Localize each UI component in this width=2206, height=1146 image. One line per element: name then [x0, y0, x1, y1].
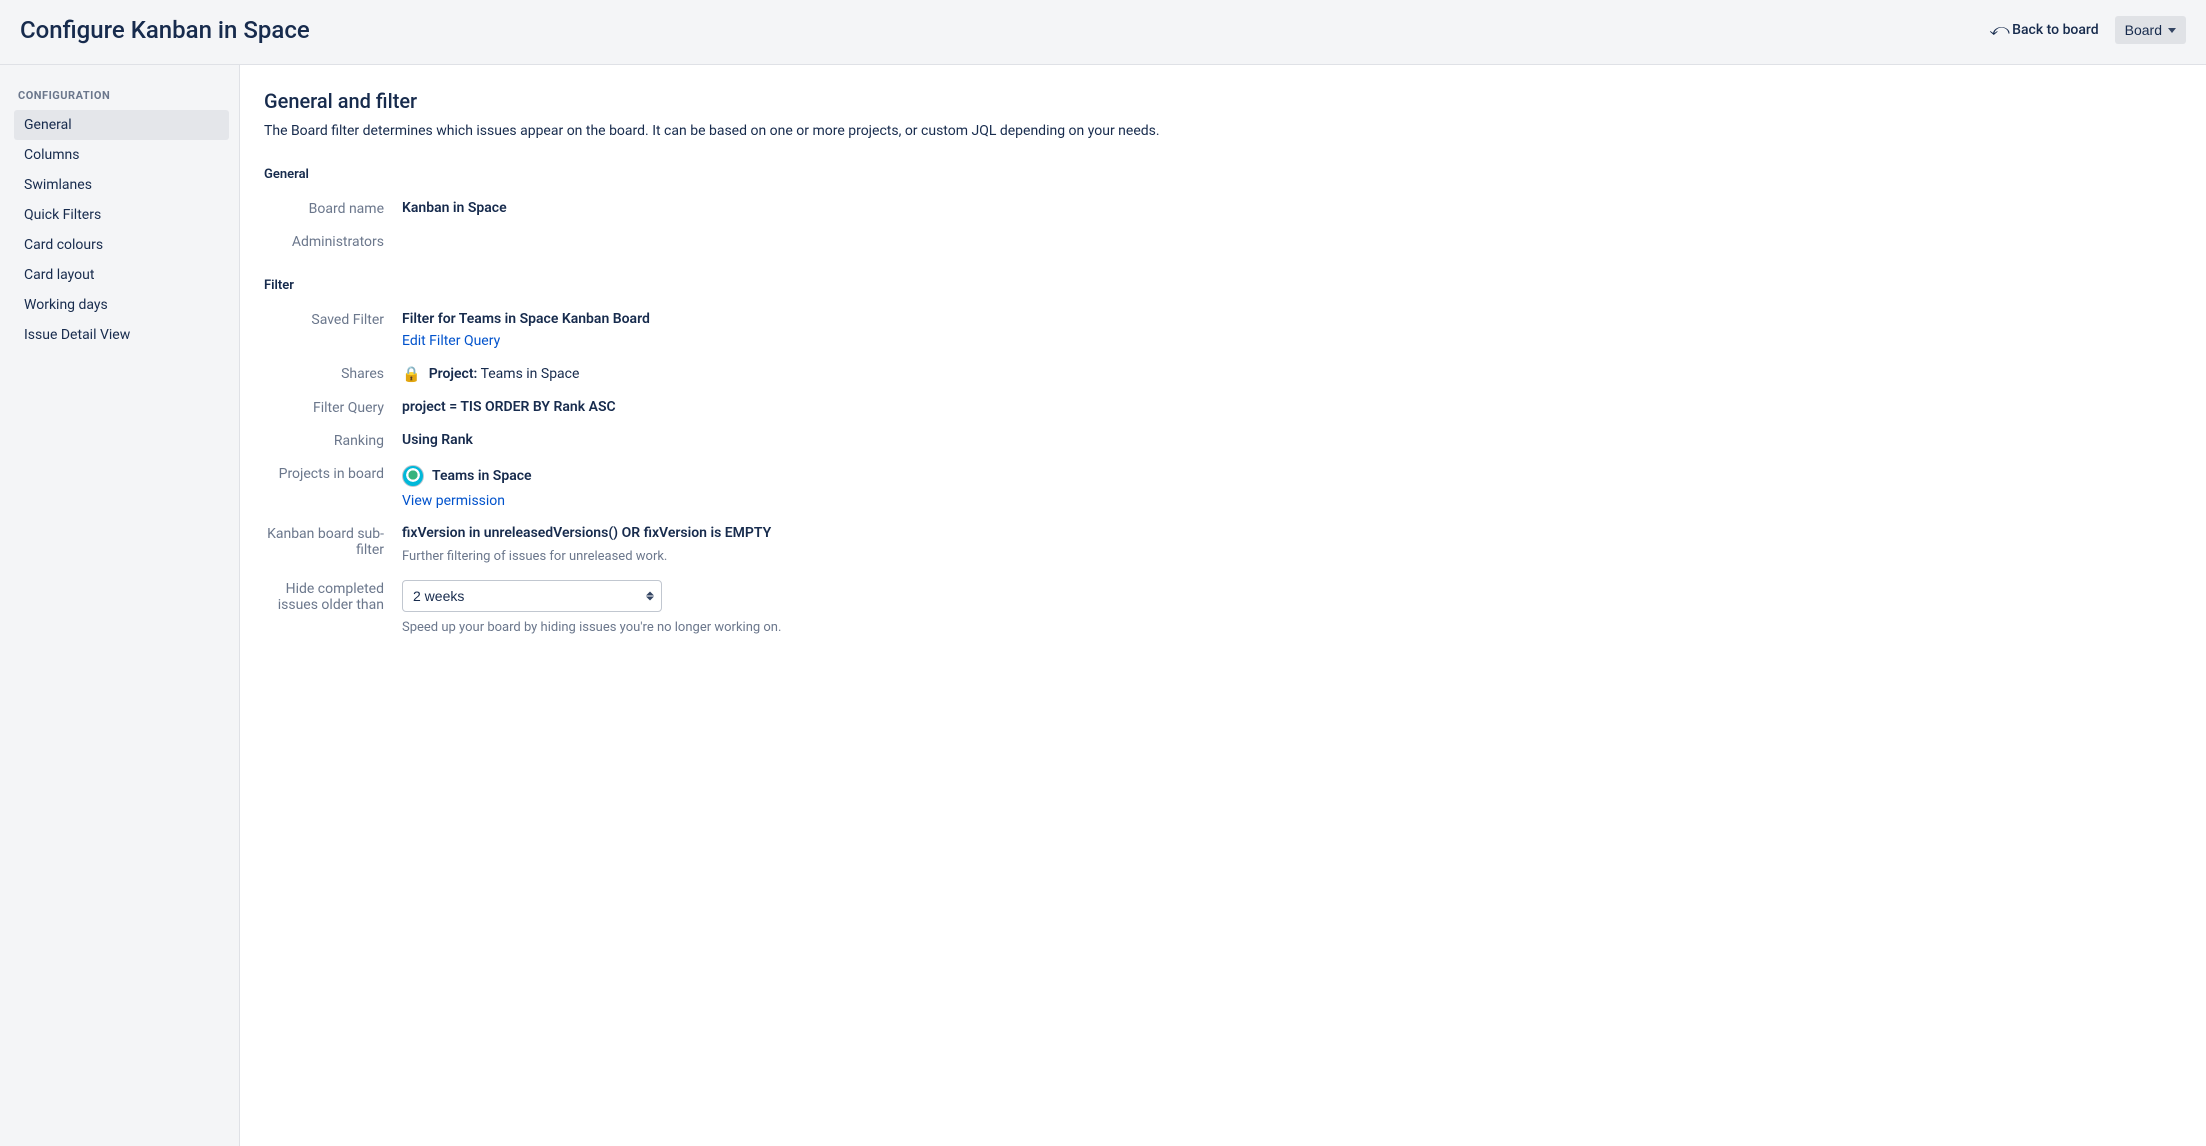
sidebar: CONFIGURATION General Columns Swimlanes …: [0, 65, 240, 1146]
administrators-label: Administrators: [264, 233, 402, 250]
ranking-value: Using Rank: [402, 432, 942, 448]
board-name-label: Board name: [264, 200, 402, 217]
sidebar-item-card-colours[interactable]: Card colours: [14, 230, 229, 260]
field-saved-filter: Saved Filter Filter for Teams in Space K…: [264, 311, 2182, 349]
saved-filter-value: Filter for Teams in Space Kanban Board: [402, 311, 662, 327]
filter-group: Filter Saved Filter Filter for Teams in …: [264, 278, 2182, 635]
sidebar-item-quick-filters[interactable]: Quick Filters: [14, 200, 229, 230]
shares-project-label: Project:: [429, 366, 478, 382]
board-dropdown-label: Board: [2125, 22, 2162, 38]
hide-help: Speed up your board by hiding issues you…: [402, 620, 942, 635]
field-projects-in-board: Projects in board Teams in Space View pe…: [264, 465, 2182, 509]
field-administrators: Administrators: [264, 233, 2182, 250]
main-content: General and filter The Board filter dete…: [240, 65, 2206, 1146]
filter-query-label: Filter Query: [264, 399, 402, 416]
back-to-board-label: Back to board: [2012, 22, 2098, 38]
shares-project-value: Teams in Space: [481, 366, 580, 382]
hide-label: Hide completed issues older than: [264, 580, 402, 613]
sidebar-item-label: Swimlanes: [24, 177, 92, 193]
subfilter-label: Kanban board sub-filter: [264, 525, 402, 558]
sidebar-item-swimlanes[interactable]: Swimlanes: [14, 170, 229, 200]
sidebar-item-label: Working days: [24, 297, 108, 313]
section-description: The Board filter determines which issues…: [264, 123, 2182, 139]
layout: CONFIGURATION General Columns Swimlanes …: [0, 65, 2206, 1146]
sidebar-item-label: Quick Filters: [24, 207, 101, 223]
field-hide-completed: Hide completed issues older than 2 weeks…: [264, 580, 2182, 635]
lock-icon: 🔒: [402, 365, 421, 383]
general-group: General Board name Kanban in Space Admin…: [264, 167, 2182, 250]
topbar: Configure Kanban in Space Back to board …: [0, 0, 2206, 65]
back-to-board-link[interactable]: Back to board: [1991, 20, 2099, 40]
filter-query-value: project = TIS ORDER BY Rank ASC: [402, 399, 942, 415]
saved-filter-label: Saved Filter: [264, 311, 402, 328]
sidebar-item-issue-detail-view[interactable]: Issue Detail View: [14, 320, 229, 350]
field-shares: Shares 🔒 Project: Teams in Space: [264, 365, 2182, 383]
top-actions: Back to board Board: [1991, 16, 2186, 44]
sidebar-item-columns[interactable]: Columns: [14, 140, 229, 170]
board-name-value: Kanban in Space: [402, 200, 942, 216]
shares-label: Shares: [264, 365, 402, 382]
sidebar-heading: CONFIGURATION: [18, 89, 225, 102]
edit-filter-query-link[interactable]: Edit Filter Query: [402, 333, 500, 349]
section-title: General and filter: [264, 89, 2182, 113]
sidebar-item-working-days[interactable]: Working days: [14, 290, 229, 320]
view-permission-link[interactable]: View permission: [402, 493, 505, 509]
field-ranking: Ranking Using Rank: [264, 432, 2182, 449]
field-filter-query: Filter Query project = TIS ORDER BY Rank…: [264, 399, 2182, 416]
sidebar-item-label: General: [24, 117, 72, 133]
sidebar-item-general[interactable]: General: [14, 110, 229, 140]
projects-value: Teams in Space: [432, 468, 532, 484]
sidebar-item-label: Issue Detail View: [24, 327, 130, 343]
field-subfilter: Kanban board sub-filter fixVersion in un…: [264, 525, 2182, 564]
filter-heading: Filter: [264, 278, 2182, 293]
hide-completed-select[interactable]: 2 weeks: [402, 580, 662, 612]
sidebar-item-label: Card colours: [24, 237, 103, 253]
field-board-name: Board name Kanban in Space: [264, 200, 2182, 217]
ranking-label: Ranking: [264, 432, 402, 449]
project-avatar-icon: [402, 465, 424, 487]
board-dropdown-button[interactable]: Board: [2115, 16, 2186, 44]
projects-label: Projects in board: [264, 465, 402, 482]
page-title: Configure Kanban in Space: [20, 16, 310, 44]
subfilter-value: fixVersion in unreleasedVersions() OR fi…: [402, 525, 942, 541]
sidebar-item-label: Card layout: [24, 267, 94, 283]
subfilter-help: Further filtering of issues for unreleas…: [402, 549, 942, 564]
sidebar-item-card-layout[interactable]: Card layout: [14, 260, 229, 290]
sidebar-item-label: Columns: [24, 147, 79, 163]
chevron-down-icon: [2168, 28, 2176, 33]
general-heading: General: [264, 167, 2182, 182]
